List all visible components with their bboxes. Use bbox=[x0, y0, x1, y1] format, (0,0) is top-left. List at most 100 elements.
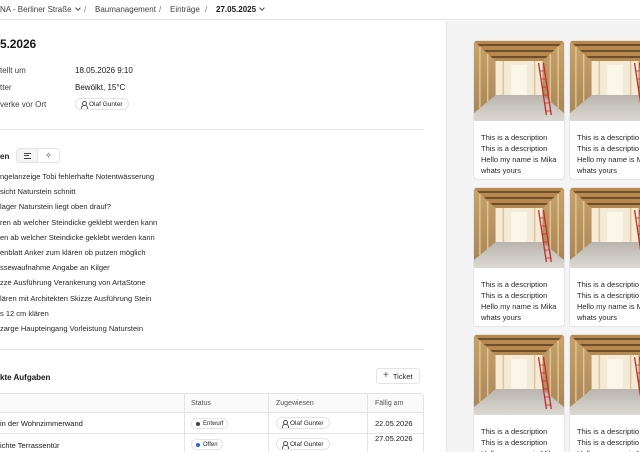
meta-value-created: 18.05.2026 9:10 bbox=[75, 66, 133, 75]
column-header-due[interactable]: Fällig am bbox=[375, 394, 403, 413]
task-title[interactable]: in der Wohnzimmerwand bbox=[0, 419, 83, 428]
chevron-down-icon bbox=[259, 5, 265, 11]
add-ticket-button[interactable]: + Ticket bbox=[376, 368, 420, 384]
photo-description-line: This is a description bbox=[481, 144, 548, 153]
table-header bbox=[0, 394, 423, 413]
breadcrumb: NA - Berliner Straße / Baumanagement / E… bbox=[0, 0, 640, 20]
entries-section-title: en bbox=[0, 152, 10, 161]
status-badge[interactable]: Offen bbox=[191, 439, 223, 450]
entry-item[interactable]: ssewaufnahme Angabe an Kilger bbox=[0, 263, 110, 272]
photo-description-line: Hello my name is Mika bbox=[481, 155, 557, 164]
photo-description-line: whats yours bbox=[577, 313, 618, 322]
column-header-assignee[interactable]: Zugewiesen bbox=[276, 394, 314, 413]
meta-value-weather: Bewölkt, 15°C bbox=[75, 83, 126, 92]
entry-item[interactable]: sicht Naturstein schnitt bbox=[0, 187, 75, 196]
page-title: 5.2026 bbox=[0, 37, 37, 51]
entry-item[interactable]: enblatt Anker zum klären ob putzen mögli… bbox=[0, 248, 146, 257]
column-header-status[interactable]: Status bbox=[191, 394, 211, 413]
user-icon bbox=[281, 440, 289, 449]
assignee-chip[interactable]: Olaf Gunter bbox=[75, 98, 129, 110]
column-divider bbox=[367, 394, 368, 452]
divider bbox=[0, 349, 424, 350]
column-divider bbox=[184, 394, 185, 452]
entry-item[interactable]: ren ab welcher Steindicke geklebt werden… bbox=[0, 218, 157, 227]
breadcrumb-date[interactable]: 27.05.2025 bbox=[216, 5, 265, 14]
photo-description-line: This is a description bbox=[481, 427, 548, 436]
photo-description-line: Hello my name is M bbox=[577, 302, 640, 311]
photo-thumbnail[interactable] bbox=[474, 188, 564, 268]
chevron-down-icon bbox=[74, 5, 81, 11]
due-date: 27.05.2026 bbox=[375, 434, 413, 443]
photo-description-line: This is a descriptio bbox=[577, 438, 640, 447]
photo-description-line: Hello my name is Mika bbox=[481, 302, 557, 311]
user-icon bbox=[80, 100, 88, 109]
entry-detail-panel: 5.2026 tellt um 18.05.2026 9:10 tter Bew… bbox=[0, 21, 446, 452]
meta-label-created: tellt um bbox=[0, 66, 26, 75]
row-divider bbox=[0, 433, 423, 434]
photo-card[interactable]: This is a descriptio This is a descriptio… bbox=[569, 334, 640, 452]
breadcrumb-separator: / bbox=[84, 5, 87, 14]
status-dot bbox=[196, 442, 200, 447]
assignee-chip[interactable]: Olaf Gunter bbox=[276, 438, 330, 450]
photo-card[interactable]: This is a description This is a descripti… bbox=[473, 334, 565, 452]
photo-thumbnail[interactable] bbox=[570, 41, 640, 121]
breadcrumb-separator: / bbox=[159, 5, 162, 14]
list-view-button[interactable] bbox=[17, 149, 39, 162]
photo-description-line: This is a descriptio bbox=[577, 280, 640, 289]
meta-label-trades: verke vor Ort bbox=[0, 100, 47, 109]
status-dot bbox=[196, 421, 200, 426]
photo-description-line: whats yours bbox=[481, 313, 522, 322]
tasks-section-title: kte Aufgaben bbox=[0, 373, 51, 382]
entry-item[interactable]: zarge Haupteingang Vorleistung Naturstei… bbox=[0, 324, 143, 333]
wand-icon: ✧ bbox=[45, 150, 52, 160]
entry-item[interactable]: lager Naturstein liegt oben drauf? bbox=[0, 202, 111, 211]
entry-item[interactable]: ngelanzeige Tobi fehlerhafte Notentwässe… bbox=[0, 172, 154, 181]
photo-card[interactable]: This is a descriptio This is a descriptio… bbox=[569, 40, 640, 180]
list-icon bbox=[23, 152, 31, 159]
entry-item[interactable]: zze Ausführung Verankerung von ArtaStone bbox=[0, 278, 146, 287]
plus-icon: + bbox=[383, 370, 389, 381]
photo-thumbnail[interactable] bbox=[474, 41, 564, 121]
divider bbox=[0, 129, 424, 130]
due-date: 22.05.2026 bbox=[375, 419, 413, 428]
photo-description-line: This is a description bbox=[481, 291, 548, 300]
assignee-chip[interactable]: Olaf Gunter bbox=[276, 417, 330, 429]
photo-card[interactable]: This is a description This is a descripti… bbox=[473, 40, 565, 180]
photo-thumbnail[interactable] bbox=[474, 335, 564, 415]
entry-item[interactable]: s 12 cm klären bbox=[0, 309, 49, 318]
view-toggle: ✧ bbox=[16, 148, 60, 163]
photo-description-line: This is a descriptio bbox=[577, 427, 640, 436]
status-badge[interactable]: Entwurf bbox=[191, 418, 229, 429]
add-ticket-label: Ticket bbox=[392, 371, 413, 381]
photo-description-line: This is a descriptio bbox=[577, 291, 640, 300]
photo-description-line: Hello my name is M bbox=[577, 155, 640, 164]
breadcrumb-separator: / bbox=[205, 5, 208, 14]
task-title[interactable]: ichte Terrassentür bbox=[0, 441, 59, 450]
status-label: Entwurf bbox=[203, 420, 224, 427]
photo-card[interactable]: This is a description This is a descripti… bbox=[473, 187, 565, 327]
breadcrumb-section[interactable]: Einträge bbox=[170, 5, 200, 14]
photo-description-line: whats yours bbox=[481, 166, 522, 175]
entry-item[interactable]: en ab welcher Steindicke geklebt werden … bbox=[0, 233, 155, 242]
breadcrumb-project[interactable]: NA - Berliner Straße bbox=[0, 5, 81, 14]
tasks-table: Status Zugewiesen Fällig am in der Wohnz… bbox=[0, 393, 424, 452]
photo-thumbnail[interactable] bbox=[570, 188, 640, 268]
ai-view-button[interactable]: ✧ bbox=[38, 149, 59, 162]
assignee-name: Olaf Gunter bbox=[290, 440, 324, 448]
photo-description-line: whats yours bbox=[577, 166, 618, 175]
user-icon bbox=[281, 419, 289, 428]
photo-card[interactable]: This is a descriptio This is a descriptio… bbox=[569, 187, 640, 327]
photo-description-line: This is a description bbox=[481, 438, 548, 447]
assignee-name: Olaf Gunter bbox=[290, 419, 324, 427]
photo-gallery: This is a description This is a descripti… bbox=[447, 21, 640, 452]
photo-description-line: This is a description bbox=[481, 280, 548, 289]
meta-label-weather: tter bbox=[0, 83, 12, 92]
breadcrumb-module[interactable]: Baumanagement bbox=[95, 5, 156, 14]
assignee-name: Olaf Gunter bbox=[89, 100, 123, 108]
entry-item[interactable]: lären mit Architekten Skizze Ausführung … bbox=[0, 294, 151, 303]
photo-thumbnail[interactable] bbox=[570, 335, 640, 415]
status-label: Offen bbox=[203, 441, 218, 448]
photo-description-line: This is a descriptio bbox=[577, 133, 640, 142]
photo-description-line: This is a description bbox=[481, 133, 548, 142]
column-divider bbox=[268, 394, 269, 452]
